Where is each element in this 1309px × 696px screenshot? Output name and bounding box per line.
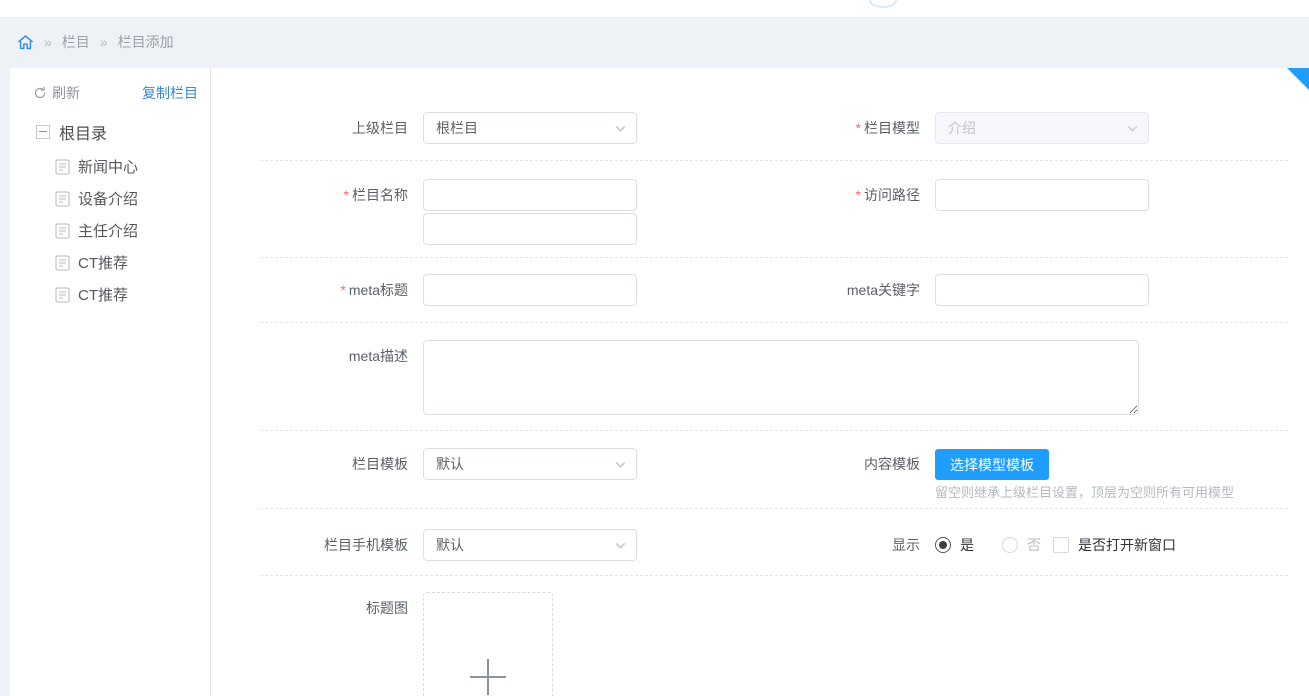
breadcrumb-item-column-add: 栏目添加 [117,34,174,50]
meta-title-label: * meta标题 [340,282,408,298]
row-divider [260,508,1288,509]
row-divider [260,160,1288,161]
open-new-window-label: 是否打开新窗口 [1078,537,1176,553]
document-icon [55,222,70,239]
access-path-input[interactable] [935,179,1149,211]
radio-no-label: 否 [1027,537,1041,553]
row-divider [260,430,1288,431]
mobile-template-select[interactable]: 默认 [423,529,637,561]
tree-item-ct-2[interactable]: CT推荐 [55,284,128,305]
breadcrumb-separator: » [99,34,108,50]
meta-title-input[interactable] [423,274,637,306]
breadcrumb: » 栏目 » 栏目添加 [17,31,174,53]
row-divider [260,322,1288,323]
tree-item-label: CT推荐 [78,287,128,304]
mobile-template-value: 默认 [436,537,464,553]
content-template-hint: 留空则继承上级栏目设置，顶层为空则所有可用模型 [935,485,1235,500]
document-icon [55,158,70,175]
tree-root-label: 根目录 [59,126,108,143]
required-mark: * [855,120,861,136]
radio-yes[interactable] [935,537,951,553]
home-icon[interactable] [17,34,34,51]
title-image-label: 标题图 [366,600,408,616]
loading-arc [869,0,897,8]
required-mark: * [855,187,861,203]
tree-item-equipment[interactable]: 设备介绍 [55,188,138,209]
content-template-label: 内容模板 [864,456,920,472]
access-path-label: * 访问路径 [855,187,920,203]
tree-item-director[interactable]: 主任介绍 [55,220,138,241]
chevron-down-icon [615,125,626,131]
column-model-value: 介绍 [948,120,976,136]
meta-keywords-label: meta关键字 [846,282,920,298]
sidebar-header: 刷新 复制栏目 [33,83,198,103]
choose-model-template-button[interactable]: 选择模型模板 [935,449,1049,480]
column-model-label: * 栏目模型 [855,120,920,136]
top-bar [0,0,1309,17]
row-divider [260,257,1288,258]
tree-item-ct-1[interactable]: CT推荐 [55,252,128,273]
parent-column-label: 上级栏目 [352,120,408,136]
column-name-alias-input[interactable] [423,213,637,245]
document-icon [55,254,70,271]
column-name-input[interactable] [423,179,637,211]
collapse-icon[interactable] [36,125,50,139]
tree-root[interactable]: 根目录 [36,120,107,144]
tree-item-label: 主任介绍 [78,223,139,240]
tree-item-news[interactable]: 新闻中心 [55,156,138,177]
document-icon [55,286,70,303]
meta-description-textarea[interactable] [423,340,1139,415]
parent-column-select[interactable]: 根栏目 [423,112,637,144]
tree-item-label: 新闻中心 [78,159,139,176]
title-image-upload[interactable] [423,592,553,696]
column-add-form: 上级栏目 根栏目 * 栏目模型 介绍 * 栏目名称 * 访问路径 * meta标题 me… [211,68,1309,696]
tree-item-label: CT推荐 [78,255,128,272]
required-mark: * [340,282,346,298]
copy-column-link[interactable]: 复制栏目 [142,83,198,103]
chevron-down-icon [615,461,626,467]
refresh-icon [34,86,46,99]
main-panel: 刷新 复制栏目 根目录 新闻中心 设备介绍 主任介绍 CT推荐 CT推荐 上级栏… [10,68,1309,696]
document-icon [55,190,70,207]
meta-description-label: meta描述 [348,348,408,364]
display-label: 显示 [892,537,920,553]
radio-yes-label: 是 [960,537,974,553]
row-divider [260,575,1288,576]
column-template-label: 栏目模板 [352,456,408,472]
column-model-select: 介绍 [935,112,1149,144]
refresh-label: 刷新 [52,85,80,101]
column-template-select[interactable]: 默认 [423,448,637,480]
required-mark: * [343,187,349,203]
parent-column-value: 根栏目 [436,120,478,136]
chevron-down-icon [1127,125,1138,131]
chevron-down-icon [615,542,626,548]
plus-icon [470,659,506,695]
open-new-window-checkbox[interactable] [1053,537,1069,553]
refresh-button[interactable]: 刷新 [33,83,80,103]
column-template-value: 默认 [436,456,464,472]
breadcrumb-separator: » [44,34,52,50]
mobile-template-label: 栏目手机模板 [324,537,408,553]
breadcrumb-item-column[interactable]: 栏目 [62,32,90,52]
tree-item-label: 设备介绍 [78,191,139,208]
column-name-label: * 栏目名称 [343,187,408,203]
display-radio-group: 是 否 是否打开新窗口 [935,529,1176,561]
radio-no[interactable] [1002,537,1018,553]
meta-keywords-input[interactable] [935,274,1149,306]
